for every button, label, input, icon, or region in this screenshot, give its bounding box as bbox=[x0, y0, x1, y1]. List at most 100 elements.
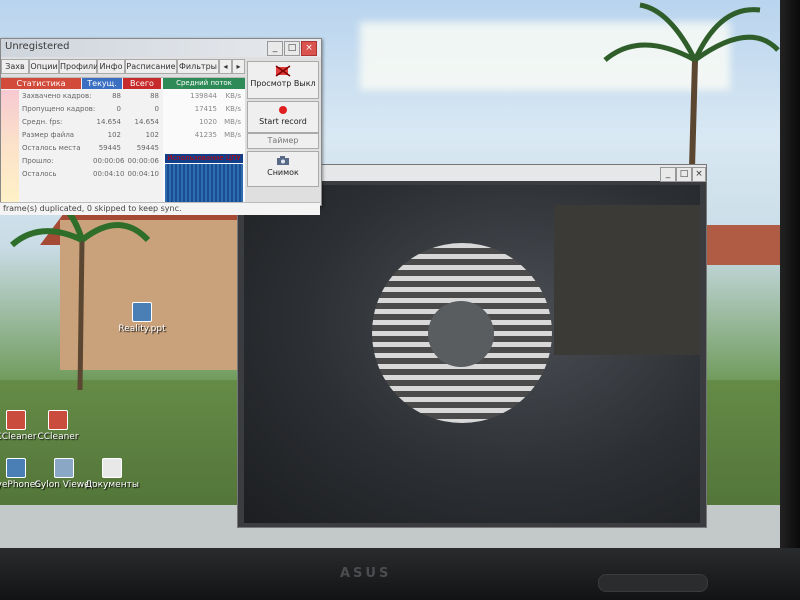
stream-rate-value: 17415 bbox=[194, 105, 217, 113]
tab-capture[interactable]: Захв bbox=[1, 59, 29, 74]
stat-current-value: 59445 bbox=[98, 144, 121, 152]
stream-rate-unit: KB/s bbox=[225, 105, 241, 113]
desktop-icon-label: Документы bbox=[85, 480, 139, 490]
stat-label: Осталось bbox=[22, 170, 57, 178]
stat-row-file-size: Размер файла 102 102 bbox=[1, 131, 161, 141]
stat-current-value: 00:04:10 bbox=[93, 170, 125, 178]
stat-label: Средн. fps: bbox=[22, 118, 63, 126]
desktop-icon-label: Reality.ppt bbox=[118, 324, 166, 334]
stat-current-value: 102 bbox=[107, 131, 121, 139]
desktop-icon-ccleaner[interactable]: CCleaner bbox=[28, 410, 88, 442]
app-icon bbox=[54, 458, 74, 478]
close-button[interactable]: × bbox=[301, 41, 317, 56]
timer-button[interactable]: Таймер bbox=[247, 133, 319, 149]
stat-total-value: 00:04:10 bbox=[127, 170, 159, 178]
stat-row-frames-dropped: Пропущено кадров: 0 0 bbox=[1, 105, 161, 115]
title-bar[interactable]: Unregistered _ □ × bbox=[1, 39, 321, 57]
stat-current-value: 88 bbox=[112, 92, 121, 100]
stat-current-value: 00:00:06 bbox=[93, 157, 125, 165]
camera-icon bbox=[277, 156, 289, 165]
maximize-button[interactable]: □ bbox=[676, 167, 692, 182]
header-statistics: Статистика bbox=[1, 78, 81, 89]
stream-rate-row: 139844 KB/s bbox=[163, 92, 243, 102]
stat-total-value: 00:00:06 bbox=[127, 157, 159, 165]
snapshot-label: Снимок bbox=[267, 168, 299, 177]
tab-options[interactable]: Опции bbox=[29, 59, 59, 74]
tab-info[interactable]: Инфо bbox=[97, 59, 125, 74]
stat-label: Прошло: bbox=[22, 157, 54, 165]
preview-off-icon bbox=[275, 65, 291, 77]
stream-header: Средний поток bbox=[163, 78, 245, 89]
stat-current-value: 14.654 bbox=[96, 118, 122, 126]
record-dot-icon bbox=[279, 106, 287, 114]
cpu-usage-graph bbox=[165, 164, 243, 202]
stat-total-value: 59445 bbox=[136, 144, 159, 152]
statistics-header: Статистика Текущ. Всего bbox=[1, 78, 161, 90]
stream-rate-value: 41235 bbox=[194, 131, 217, 139]
tab-schedule[interactable]: Расписание bbox=[125, 59, 177, 74]
stat-row-elapsed: Прошло: 00:00:06 00:00:06 bbox=[1, 157, 161, 167]
stream-rate-row: 1020 MB/s bbox=[163, 118, 243, 128]
stream-rate-unit: MB/s bbox=[224, 118, 241, 126]
desktop-icon-label: CCleaner bbox=[37, 432, 79, 442]
folder-icon bbox=[102, 458, 122, 478]
stat-label: Размер файла bbox=[22, 131, 75, 139]
action-buttons: Просмотр Выкл Start record Таймер Снимок bbox=[247, 59, 319, 203]
stream-rate-row: 41235 MB/s bbox=[163, 131, 243, 141]
tab-scroll-right-button[interactable]: ▸ bbox=[232, 59, 245, 74]
status-line: frame(s) duplicated, 0 skipped to keep s… bbox=[0, 202, 320, 215]
stream-panel: Средний поток 139844 KB/s 17415 KB/s 102… bbox=[163, 78, 245, 204]
start-record-label: Start record bbox=[259, 117, 307, 126]
stat-current-value: 0 bbox=[116, 105, 121, 113]
video-preview-window[interactable]: _ □ × bbox=[237, 164, 707, 528]
preview-toggle-button[interactable]: Просмотр Выкл bbox=[247, 61, 319, 99]
start-record-button[interactable]: Start record bbox=[247, 101, 319, 133]
capture-app-window[interactable]: Unregistered _ □ × Захв Опции Профили Ин… bbox=[0, 38, 322, 206]
stat-label: Осталось места bbox=[22, 144, 81, 152]
cpu-usage-label: Использование ЦПУ bbox=[165, 154, 243, 163]
background-shelf bbox=[554, 205, 700, 355]
minimize-button[interactable]: _ bbox=[267, 41, 283, 56]
stat-label: Пропущено кадров: bbox=[22, 105, 96, 113]
video-preview-image bbox=[244, 185, 700, 523]
app-icon bbox=[6, 410, 26, 430]
header-current: Текущ. bbox=[82, 78, 122, 89]
header-total: Всего bbox=[123, 78, 161, 89]
tab-scroll-left-button[interactable]: ◂ bbox=[219, 59, 232, 74]
stream-rate-value: 1020 bbox=[199, 118, 217, 126]
stream-rate-value: 139844 bbox=[190, 92, 217, 100]
palm-tree-graphic bbox=[10, 192, 150, 390]
window-title: Unregistered bbox=[5, 41, 70, 52]
file-icon bbox=[132, 302, 152, 322]
stat-total-value: 14.654 bbox=[134, 118, 160, 126]
close-button[interactable]: × bbox=[692, 167, 706, 182]
stat-row-frames-captured: Захвачено кадров: 88 88 bbox=[1, 92, 161, 102]
stream-rate-unit: KB/s bbox=[225, 92, 241, 100]
brand-logo: ASUS bbox=[340, 566, 392, 581]
tab-filters[interactable]: Фильтры bbox=[177, 59, 219, 74]
stat-total-value: 0 bbox=[154, 105, 159, 113]
target-center bbox=[428, 301, 494, 367]
tab-bar: Захв Опции Профили Инфо Расписание Фильт… bbox=[1, 59, 245, 74]
stat-row-space-left: Осталось места 59445 59445 bbox=[1, 144, 161, 154]
monitor-control-button[interactable] bbox=[598, 574, 708, 592]
maximize-button[interactable]: □ bbox=[284, 41, 300, 56]
timer-label: Таймер bbox=[267, 136, 299, 145]
stat-row-remaining: Осталось 00:04:10 00:04:10 bbox=[1, 170, 161, 180]
monitor-bezel-right bbox=[780, 0, 800, 600]
stat-row-average-fps: Средн. fps: 14.654 14.654 bbox=[1, 118, 161, 128]
snapshot-button[interactable]: Снимок bbox=[247, 151, 319, 187]
stat-total-value: 88 bbox=[150, 92, 159, 100]
stat-total-value: 102 bbox=[145, 131, 159, 139]
minimize-button[interactable]: _ bbox=[660, 167, 676, 182]
tab-profiles[interactable]: Профили bbox=[59, 59, 98, 74]
stream-rate-row: 17415 KB/s bbox=[163, 105, 243, 115]
desktop-icon-reality[interactable]: Reality.ppt bbox=[112, 302, 172, 334]
app-icon bbox=[48, 410, 68, 430]
desktop-icon-documents[interactable]: Документы bbox=[82, 458, 142, 490]
stream-rate-unit: MB/s bbox=[224, 131, 241, 139]
preview-toggle-label: Просмотр Выкл bbox=[250, 79, 316, 88]
stat-label: Захвачено кадров: bbox=[22, 92, 92, 100]
desktop-screen: Reality.ppt CCleaner CCleaner eyePhoneS … bbox=[0, 0, 780, 548]
app-icon bbox=[6, 458, 26, 478]
